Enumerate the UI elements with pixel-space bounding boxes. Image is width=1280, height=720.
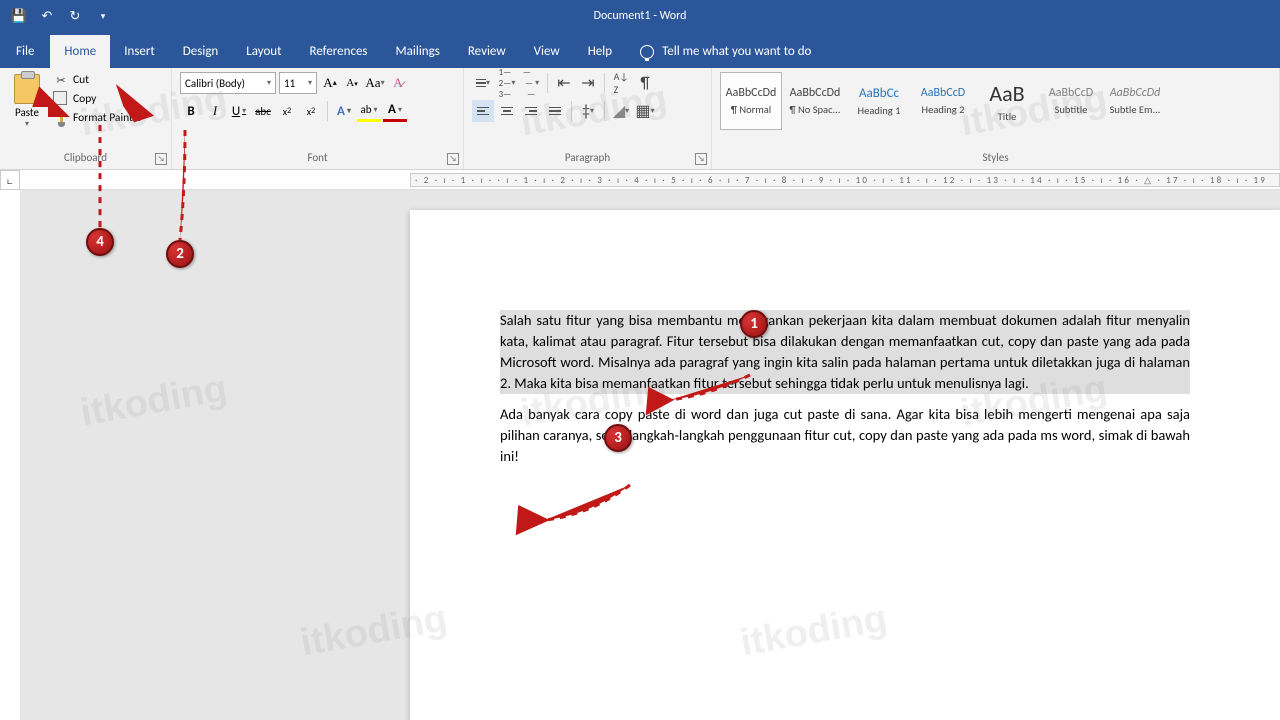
line-spacing-button[interactable]: ‡▾ xyxy=(577,100,599,122)
align-right-button[interactable] xyxy=(520,100,542,122)
bold-button[interactable]: B xyxy=(180,100,202,122)
font-group-label: Font xyxy=(180,151,455,167)
font-name-value: Calibri (Body) xyxy=(185,77,245,90)
numbering-button[interactable]: 1—2—3—▾ xyxy=(496,72,518,94)
font-name-select[interactable]: Calibri (Body)▾ xyxy=(180,72,276,94)
separator xyxy=(547,73,548,93)
subscript-button[interactable]: x2 xyxy=(276,100,298,122)
style--normal[interactable]: AaBbCcDd¶ Normal xyxy=(720,72,782,130)
ribbon: Paste ▾ Cut Copy Format Painter Clipboar… xyxy=(0,68,1280,170)
shrink-font-button[interactable]: A▾ xyxy=(342,72,362,94)
document-title: Document1 - Word xyxy=(594,9,687,23)
ruler-h-marks: · 2 · ı · 1 · ı · · ı · 1 · ı · 2 · ı · … xyxy=(410,173,1280,187)
tab-mailings[interactable]: Mailings xyxy=(382,35,454,68)
change-case-button[interactable]: Aa▾ xyxy=(365,72,385,94)
format-painter-button[interactable]: Format Painter xyxy=(52,110,144,126)
paste-button[interactable]: Paste ▾ xyxy=(8,72,46,144)
highlight-button[interactable]: ab▾ xyxy=(357,100,381,122)
grow-font-button[interactable]: A▴ xyxy=(320,72,340,94)
tab-home[interactable]: Home xyxy=(50,35,110,68)
font-color-button[interactable]: A▾ xyxy=(383,100,407,122)
copy-button[interactable]: Copy xyxy=(52,91,144,107)
ruler-horizontal[interactable]: · 2 · ı · 1 · ı · · ı · 1 · ı · 2 · ı · … xyxy=(20,170,1280,190)
qat-customize-icon[interactable]: ▾ xyxy=(94,7,112,25)
style-heading-2[interactable]: AaBbCcDHeading 2 xyxy=(912,72,974,130)
separator xyxy=(571,101,572,121)
group-styles: AaBbCcDd¶ NormalAaBbCcDd¶ No Spac...AaBb… xyxy=(712,68,1280,169)
scissors-icon xyxy=(54,73,68,87)
separator xyxy=(327,101,328,121)
paragraph-2[interactable]: Ada banyak cara copy paste di word dan j… xyxy=(500,404,1190,467)
bullets-button[interactable]: ▾ xyxy=(472,72,494,94)
group-clipboard: Paste ▾ Cut Copy Format Painter Clipboar… xyxy=(0,68,172,169)
page[interactable]: Salah satu fitur yang bisa membantu meri… xyxy=(410,210,1280,720)
document-area: 2 · 1 · · 1 · 2 · 3 · 4 · 5 · 6 Salah sa… xyxy=(20,190,1280,720)
font-size-value: 11 xyxy=(284,77,295,90)
align-left-button[interactable] xyxy=(472,100,494,122)
underline-button[interactable]: U▾ xyxy=(228,100,250,122)
page-content[interactable]: Salah satu fitur yang bisa membantu meri… xyxy=(410,210,1280,467)
lightbulb-icon xyxy=(640,45,654,59)
undo-icon[interactable]: ↶ xyxy=(38,7,56,25)
justify-button[interactable] xyxy=(544,100,566,122)
tell-me-label: Tell me what you want to do xyxy=(662,44,811,59)
styles-gallery[interactable]: AaBbCcDd¶ NormalAaBbCcDd¶ No Spac...AaBb… xyxy=(720,72,1271,130)
strikethrough-button[interactable]: abc xyxy=(252,100,274,122)
save-icon[interactable]: 💾 xyxy=(10,7,28,25)
cut-button[interactable]: Cut xyxy=(52,72,144,88)
ribbon-tabs: File Home Insert Design Layout Reference… xyxy=(0,32,1280,68)
copy-icon xyxy=(54,92,68,106)
paragraph-group-label: Paragraph xyxy=(472,151,703,167)
shading-button[interactable]: ◢▾ xyxy=(610,100,632,122)
borders-button[interactable]: ▦▾ xyxy=(634,100,656,122)
paste-icon xyxy=(14,74,40,104)
title-bar: 💾 ↶ ↻ ▾ Document1 - Word xyxy=(0,0,1280,32)
text-effects-button[interactable]: A▾ xyxy=(333,100,355,122)
copy-label: Copy xyxy=(73,92,96,106)
clipboard-group-label: Clipboard xyxy=(8,151,163,167)
cut-label: Cut xyxy=(73,73,89,87)
superscript-button[interactable]: x2 xyxy=(300,100,322,122)
font-size-select[interactable]: 11▾ xyxy=(279,72,317,94)
style-heading-1[interactable]: AaBbCcHeading 1 xyxy=(848,72,910,130)
paragraph-launcher[interactable]: ↘ xyxy=(695,153,707,165)
style--no-spac-[interactable]: AaBbCcDd¶ No Spac... xyxy=(784,72,846,130)
align-center-button[interactable] xyxy=(496,100,518,122)
chevron-down-icon: ▾ xyxy=(25,119,29,129)
tab-review[interactable]: Review xyxy=(454,35,520,68)
paste-label: Paste xyxy=(15,106,39,119)
paragraph-1[interactable]: Salah satu fitur yang bisa membantu meri… xyxy=(500,310,1190,394)
tab-view[interactable]: View xyxy=(520,35,574,68)
tab-design[interactable]: Design xyxy=(169,35,232,68)
separator xyxy=(604,73,605,93)
redo-icon[interactable]: ↻ xyxy=(66,7,84,25)
group-paragraph: ▾ 1—2—3—▾ — — —▾ ⇤ ⇥ A↓Z ¶ ‡▾ ◢▾ ▦▾ xyxy=(464,68,712,169)
tell-me[interactable]: Tell me what you want to do xyxy=(626,44,825,68)
quick-access-toolbar: 💾 ↶ ↻ ▾ xyxy=(0,7,112,25)
tab-selector[interactable]: ∟ xyxy=(0,170,20,190)
styles-group-label: Styles xyxy=(720,151,1271,167)
tab-insert[interactable]: Insert xyxy=(110,35,169,68)
style-title[interactable]: AaBTitle xyxy=(976,72,1038,130)
separator xyxy=(604,101,605,121)
style-subtitle[interactable]: AaBbCcDSubtitle xyxy=(1040,72,1102,130)
format-painter-label: Format Painter xyxy=(73,111,142,125)
decrease-indent-button[interactable]: ⇤ xyxy=(553,72,575,94)
tab-layout[interactable]: Layout xyxy=(232,35,295,68)
tab-references[interactable]: References xyxy=(296,35,382,68)
group-font: Calibri (Body)▾ 11▾ A▴ A▾ Aa▾ A̷ B I U▾ … xyxy=(172,68,464,169)
tab-help[interactable]: Help xyxy=(574,35,626,68)
clipboard-launcher[interactable]: ↘ xyxy=(155,153,167,165)
show-marks-button[interactable]: ¶ xyxy=(634,72,656,94)
brush-icon xyxy=(54,111,68,125)
style-subtle-em-[interactable]: AaBbCcDdSubtle Em... xyxy=(1104,72,1166,130)
tab-file[interactable]: File xyxy=(0,35,50,68)
italic-button[interactable]: I xyxy=(204,100,226,122)
font-launcher[interactable]: ↘ xyxy=(447,153,459,165)
sort-button[interactable]: A↓Z xyxy=(610,72,632,94)
increase-indent-button[interactable]: ⇥ xyxy=(577,72,599,94)
clear-formatting-button[interactable]: A̷ xyxy=(388,72,408,94)
multilevel-button[interactable]: — — —▾ xyxy=(520,72,542,94)
